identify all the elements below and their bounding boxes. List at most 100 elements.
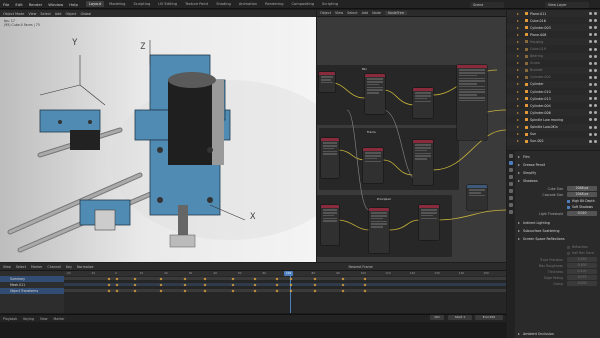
clamp-field[interactable]: 0.000 [567,281,597,286]
cascade-size-field[interactable]: 2048 px [567,192,597,197]
expand-arrow-icon[interactable] [517,40,519,43]
expand-arrow-icon[interactable] [517,26,519,29]
outliner-row[interactable]: Spindle Low moving [507,116,600,123]
vp-menu-select[interactable]: Select [40,12,50,16]
eye-icon[interactable] [589,111,592,115]
section-ssr[interactable]: Screen Space Reflections [518,236,598,242]
outliner-row-label[interactable]: Sun.002 [530,139,544,143]
scene-selector[interactable]: Scene [470,1,504,8]
outliner-row-label[interactable]: Screw [530,61,540,65]
section-film[interactable]: Film [518,154,598,160]
eye-icon[interactable] [589,82,592,86]
outliner-row[interactable]: Plane.008 [507,31,600,38]
expand-arrow-icon[interactable] [517,118,519,121]
expand-arrow-icon[interactable] [517,104,519,107]
outliner-row-label[interactable]: Spindle Low.0Kin [530,125,558,129]
outliner-row-label[interactable]: Plane.011 [530,12,546,16]
expand-arrow-icon[interactable] [517,76,519,79]
expand-arrow-icon[interactable] [517,33,519,36]
menu-window[interactable]: Window [48,2,63,7]
vp-menu-add[interactable]: Add [55,12,62,16]
channel-object-transforms[interactable]: Object Transforms [0,288,64,294]
vp-menu-view[interactable]: View [28,12,36,16]
tab-layout[interactable]: Layout [85,1,105,7]
camera-icon[interactable] [594,82,597,86]
outliner-row-label[interactable]: Cylinder.004 [530,104,551,108]
keying-menu[interactable]: Keying [23,317,34,321]
camera-icon[interactable] [594,132,597,136]
expand-arrow-icon[interactable] [517,55,519,58]
expand-arrow-icon[interactable] [517,133,519,136]
outliner-row-label[interactable]: Cube.019 [530,47,546,51]
ds-menu-view[interactable]: View [3,265,11,269]
start-frame-field[interactable]: Start 1 [448,315,472,320]
eye-icon[interactable] [589,68,592,72]
outliner-row[interactable]: Cube.016 [507,17,600,24]
camera-icon[interactable] [594,26,597,30]
eye-icon[interactable] [589,139,592,143]
outliner-row-label[interactable]: Bearing [530,54,543,58]
max-roughness-field[interactable]: 0.500 [567,263,597,268]
outliner-row[interactable]: Cylinder [507,80,600,89]
outliner-row-label[interactable]: Plane.008 [530,33,546,37]
eye-icon[interactable] [589,104,592,108]
ds-menu-key[interactable]: Key [66,265,72,269]
render-tab-icon[interactable] [509,161,513,165]
camera-icon[interactable] [594,104,597,108]
tab-sculpting[interactable]: Sculpting [130,1,153,7]
outliner-row[interactable]: Cube.019 [507,45,600,52]
normalize-toggle[interactable]: Normalize [77,265,94,269]
outliner-row[interactable]: Cylinder.010 [507,88,600,95]
camera-icon[interactable] [594,61,597,65]
expand-arrow-icon[interactable] [517,83,519,86]
camera-icon[interactable] [594,40,597,44]
camera-icon[interactable] [594,47,597,51]
soft-shadows-checkbox[interactable]: Soft Shadows [567,205,593,209]
orientation-selector[interactable]: Global [81,12,92,16]
expand-arrow-icon[interactable] [517,140,519,143]
tool-tab-icon[interactable] [509,154,513,158]
current-frame-indicator[interactable]: 101 [284,271,294,276]
node[interactable] [419,205,439,240]
node[interactable] [319,72,335,92]
node[interactable] [467,185,487,210]
node[interactable] [457,65,487,140]
node[interactable] [365,74,385,114]
camera-icon[interactable] [594,97,597,101]
half-res-trace-checkbox[interactable]: Half Res Trace [567,251,594,255]
node[interactable] [321,205,339,245]
section-grease-pencil[interactable]: Grease Pencil [518,162,598,168]
menu-render[interactable]: Render [29,2,43,7]
camera-icon[interactable] [594,19,597,23]
outliner-row[interactable]: Bearing [507,52,600,60]
eye-icon[interactable] [589,19,592,23]
outliner-row-label[interactable]: Cylinder.003 [530,26,551,30]
tab-texture-paint[interactable]: Texture Paint [182,1,211,7]
scene-tab-icon[interactable] [509,182,513,186]
light-threshold-field[interactable]: 0.010 [567,211,597,216]
camera-icon[interactable] [594,33,597,37]
current-frame-field[interactable]: 101 [430,315,444,320]
expand-arrow-icon[interactable] [517,12,519,15]
camera-icon[interactable] [594,75,597,79]
view-layer-tab-icon[interactable] [509,175,513,179]
trace-precision-field[interactable]: 0.250 [567,257,597,262]
view-layer-selector[interactable]: View Layer [545,1,589,8]
world-tab-icon[interactable] [509,189,513,193]
object-tab-icon[interactable] [509,196,513,200]
ds-menu-select[interactable]: Select [16,265,26,269]
expand-arrow-icon[interactable] [517,97,519,100]
interpolation-selector[interactable]: Nearest Frame [349,265,373,269]
section-indirect-lighting[interactable]: Indirect Lighting [518,220,598,226]
eye-icon[interactable] [589,47,592,51]
tab-modeling[interactable]: Modeling [106,1,128,7]
thickness-field[interactable]: 0.2 m [567,269,597,274]
outliner-row[interactable]: Bracket [507,66,600,74]
ds-menu-marker[interactable]: Marker [31,265,42,269]
eye-icon[interactable] [589,61,592,65]
expand-arrow-icon[interactable] [517,48,519,51]
eye-icon[interactable] [589,90,592,94]
eye-icon[interactable] [589,125,592,129]
dope-sheet[interactable]: View Select Marker Channel Key Normalize… [0,263,506,313]
node[interactable] [369,208,389,253]
